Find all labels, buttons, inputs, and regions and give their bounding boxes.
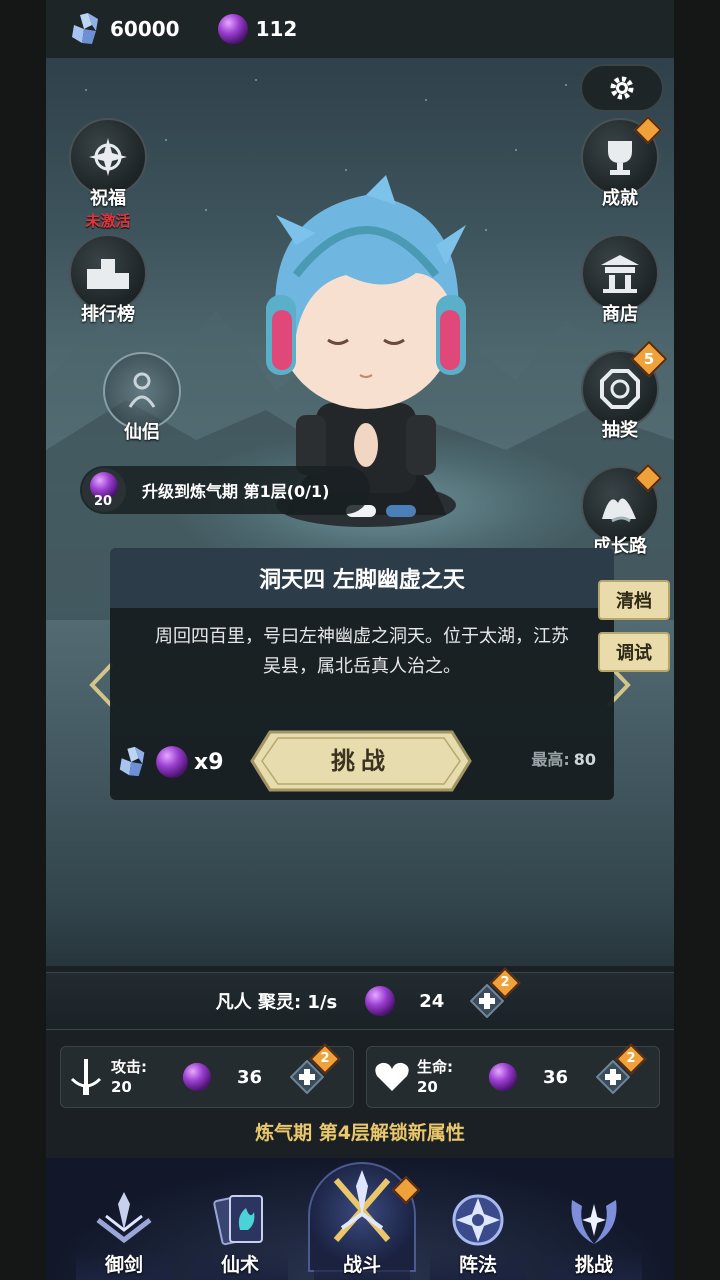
blessing-label: 祝福	[90, 188, 126, 209]
shop-label: 商店	[602, 304, 638, 325]
tab-label: 挑战	[546, 1250, 642, 1280]
best-value: 80	[573, 750, 596, 769]
debug-button[interactable]: 调试	[598, 632, 670, 672]
crystal-icon	[72, 13, 98, 44]
spirit-upgrade-button[interactable]: 2	[469, 967, 521, 1019]
unlock-hint: 炼气期 第4层解锁新属性	[255, 1122, 465, 1144]
orb-amount: 112	[255, 17, 298, 41]
crystal-resource: 60000	[68, 11, 180, 47]
blessing-icon	[89, 138, 127, 176]
challenge-wings-icon	[571, 1200, 617, 1244]
upgrade-orb-count: 20	[94, 494, 113, 509]
tab-label: 仙术	[192, 1250, 288, 1280]
blessing-status: 未激活	[85, 212, 131, 230]
attack-value: 20	[111, 1078, 132, 1096]
heart-icon	[375, 1062, 409, 1091]
challenge-label: 挑战	[331, 747, 391, 775]
growth-button[interactable]: 成长路	[578, 463, 663, 558]
flying-sword-icon	[96, 1192, 152, 1244]
tab-battle[interactable]: 战斗	[314, 1158, 421, 1280]
realm-upgrade-bar[interactable]: 20 升级到炼气期 第1层(0/1)	[80, 466, 370, 514]
growth-mountain-icon	[602, 498, 636, 523]
podium-icon	[87, 259, 129, 289]
life-stat: 生命: 20 36 2	[366, 1043, 660, 1108]
attack-stat: 攻击: 20 36 2	[60, 1043, 354, 1108]
sword-icon	[70, 1059, 102, 1095]
cost-multiplier: x9	[194, 749, 224, 775]
crossed-swords-icon	[333, 1170, 391, 1242]
spirit-orb-icon	[488, 1062, 518, 1092]
spirit-gather-text: 凡人 聚灵: 1/s	[215, 992, 338, 1013]
tab-immortal-arts[interactable]: 仙术	[192, 1174, 288, 1280]
best-label: 最高:	[531, 750, 570, 769]
spirit-orb-icon	[365, 986, 396, 1016]
attack-name: 攻击:	[111, 1058, 147, 1076]
stage-title: 洞天四 左脚幽虚之天	[110, 548, 614, 608]
gear-icon	[610, 76, 634, 100]
tab-formation[interactable]: 阵法	[430, 1174, 526, 1280]
resource-bar: 60000 112	[46, 0, 674, 58]
left-letterbox	[0, 0, 46, 1280]
orb-resource: 112	[216, 12, 298, 46]
life-value: 20	[417, 1078, 438, 1096]
spirit-orb-icon	[217, 14, 248, 44]
upgrade-text: 升级到炼气期 第1层(0/1)	[142, 482, 330, 501]
tab-flying-sword[interactable]: 御剑	[76, 1174, 172, 1280]
challenge-cost: x9	[116, 744, 224, 780]
ranking-button[interactable]: 排行榜	[66, 234, 150, 326]
stage-description: 周回四百里，号曰左神幽虚之洞天。位于太湖，江苏吴县，属北岳真人治之。	[155, 626, 569, 677]
tab-challenge[interactable]: 挑战	[546, 1174, 642, 1280]
shop-button[interactable]: 商店	[578, 234, 662, 326]
spirit-orb-icon	[156, 746, 188, 778]
achievement-label: 成就	[602, 188, 638, 209]
tab-label: 御剑	[76, 1250, 172, 1280]
right-letterbox	[674, 0, 720, 1280]
life-name: 生命:	[417, 1058, 453, 1076]
spirit-gather-bar: 凡人 聚灵: 1/s 24 2	[46, 967, 674, 1030]
attack-upgrade-button[interactable]: 2	[289, 1043, 341, 1095]
lottery-label: 抽奖	[602, 420, 638, 441]
companion-icon	[128, 372, 156, 408]
blessing-button[interactable]: 祝福 未激活	[66, 118, 150, 231]
formation-icon	[452, 1194, 504, 1246]
trophy-icon	[608, 141, 632, 175]
clear-save-button[interactable]: 清档	[598, 580, 670, 620]
achievement-button[interactable]: 成就	[578, 115, 663, 210]
companion-button[interactable]: 仙侣	[100, 352, 184, 444]
challenge-button[interactable]: 挑战	[250, 730, 472, 792]
lottery-icon	[600, 369, 640, 409]
crystal-amount: 60000	[110, 17, 180, 41]
stage-info-panel: 洞天四 左脚幽虚之天 周回四百里，号曰左神幽虚之洞天。位于太湖，江苏吴县，属北岳…	[110, 548, 614, 800]
crystal-icon	[119, 746, 145, 777]
shop-icon	[601, 255, 639, 293]
ranking-label: 排行榜	[81, 304, 135, 325]
settings-button[interactable]	[580, 64, 664, 112]
spell-card-icon	[213, 1194, 263, 1246]
game-screen: 60000 112 祝福 未激活 排行榜 仙侣 成就 商店 抽奖 5 成长路 2…	[46, 0, 674, 1280]
tab-label: 阵法	[430, 1250, 526, 1280]
best-record: 最高: 80	[531, 746, 596, 770]
life-upgrade-button[interactable]: 2	[595, 1043, 647, 1095]
companion-label: 仙侣	[124, 422, 160, 443]
lottery-button[interactable]: 抽奖 5	[578, 340, 668, 442]
bottom-nav: 御剑 仙术 战斗 阵法 挑战	[46, 1158, 674, 1280]
attack-cost: 36	[237, 1066, 263, 1088]
spirit-upgrade-cost: 24	[419, 990, 445, 1012]
life-cost: 36	[543, 1066, 569, 1088]
tab-label: 战斗	[314, 1250, 410, 1280]
spirit-orb-icon	[182, 1062, 212, 1092]
